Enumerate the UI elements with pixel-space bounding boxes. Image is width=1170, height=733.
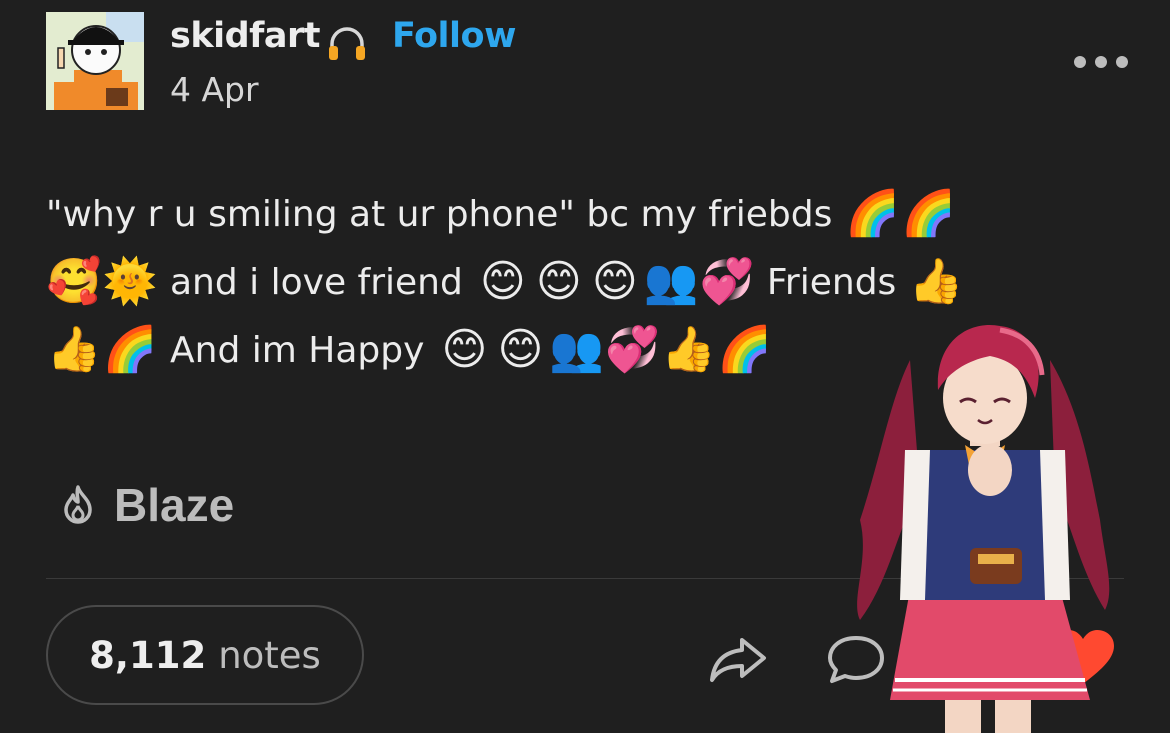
post-body-line-1: "why r u smiling at ur phone" bc my frie… (46, 186, 956, 242)
headphones-icon (329, 27, 365, 60)
more-options-icon[interactable] (1074, 54, 1134, 70)
busts-emoji: 👥 (643, 256, 699, 307)
rainbow-emoji: 🌈 (102, 324, 158, 375)
post-text: "why r u smiling at ur phone" bc my frie… (46, 193, 833, 235)
revolving-hearts-emoji: 💞 (604, 324, 660, 375)
blush-emoji: 😊 (497, 324, 544, 375)
post-body-line-2: 🥰 🌞 and i love friend 😊 😊 😊 👥 💞 Friends … (46, 254, 964, 310)
post-text: And im Happy (170, 329, 425, 371)
sun-face-emoji: 🌞 (102, 256, 158, 307)
more-dot (1074, 56, 1086, 68)
username[interactable]: skidfart (170, 16, 321, 56)
blush-emoji: 😊 (535, 256, 582, 307)
rainbow-emoji: 🌈 (900, 188, 956, 239)
notes-count: 8,112 (89, 633, 207, 677)
notes-label: notes (218, 633, 321, 677)
thumbs-up-emoji: 👍 (908, 256, 964, 307)
busts-emoji: 👥 (548, 324, 604, 375)
thumbs-up-emoji: 👍 (660, 324, 716, 375)
flame-icon (64, 485, 92, 524)
anime-girl-sticker (857, 324, 1110, 733)
post-text: and i love friend (170, 261, 463, 303)
share-icon[interactable] (706, 632, 770, 684)
notes-button[interactable]: 8,112 notes (46, 605, 364, 705)
post-date: 4 Apr (170, 70, 259, 109)
post-text: Friends (766, 261, 897, 303)
rainbow-emoji: 🌈 (716, 324, 772, 375)
blush-emoji: 😊 (591, 256, 638, 307)
revolving-hearts-emoji: 💞 (699, 256, 755, 307)
smiling-hearts-emoji: 🥰 (46, 256, 102, 307)
post-body-line-3: 👍 🌈 And im Happy 😊 😊 👥 💞 👍 🌈 (46, 322, 772, 378)
blush-emoji: 😊 (479, 256, 526, 307)
more-dot (1095, 56, 1107, 68)
thumbs-up-emoji: 👍 (46, 324, 102, 375)
blush-emoji: 😊 (441, 324, 488, 375)
blaze-button[interactable]: Blaze (56, 478, 234, 532)
blaze-label: Blaze (114, 479, 235, 531)
follow-button[interactable]: Follow (392, 16, 516, 56)
more-dot (1116, 56, 1128, 68)
rainbow-emoji: 🌈 (844, 188, 900, 239)
avatar[interactable] (46, 12, 144, 110)
